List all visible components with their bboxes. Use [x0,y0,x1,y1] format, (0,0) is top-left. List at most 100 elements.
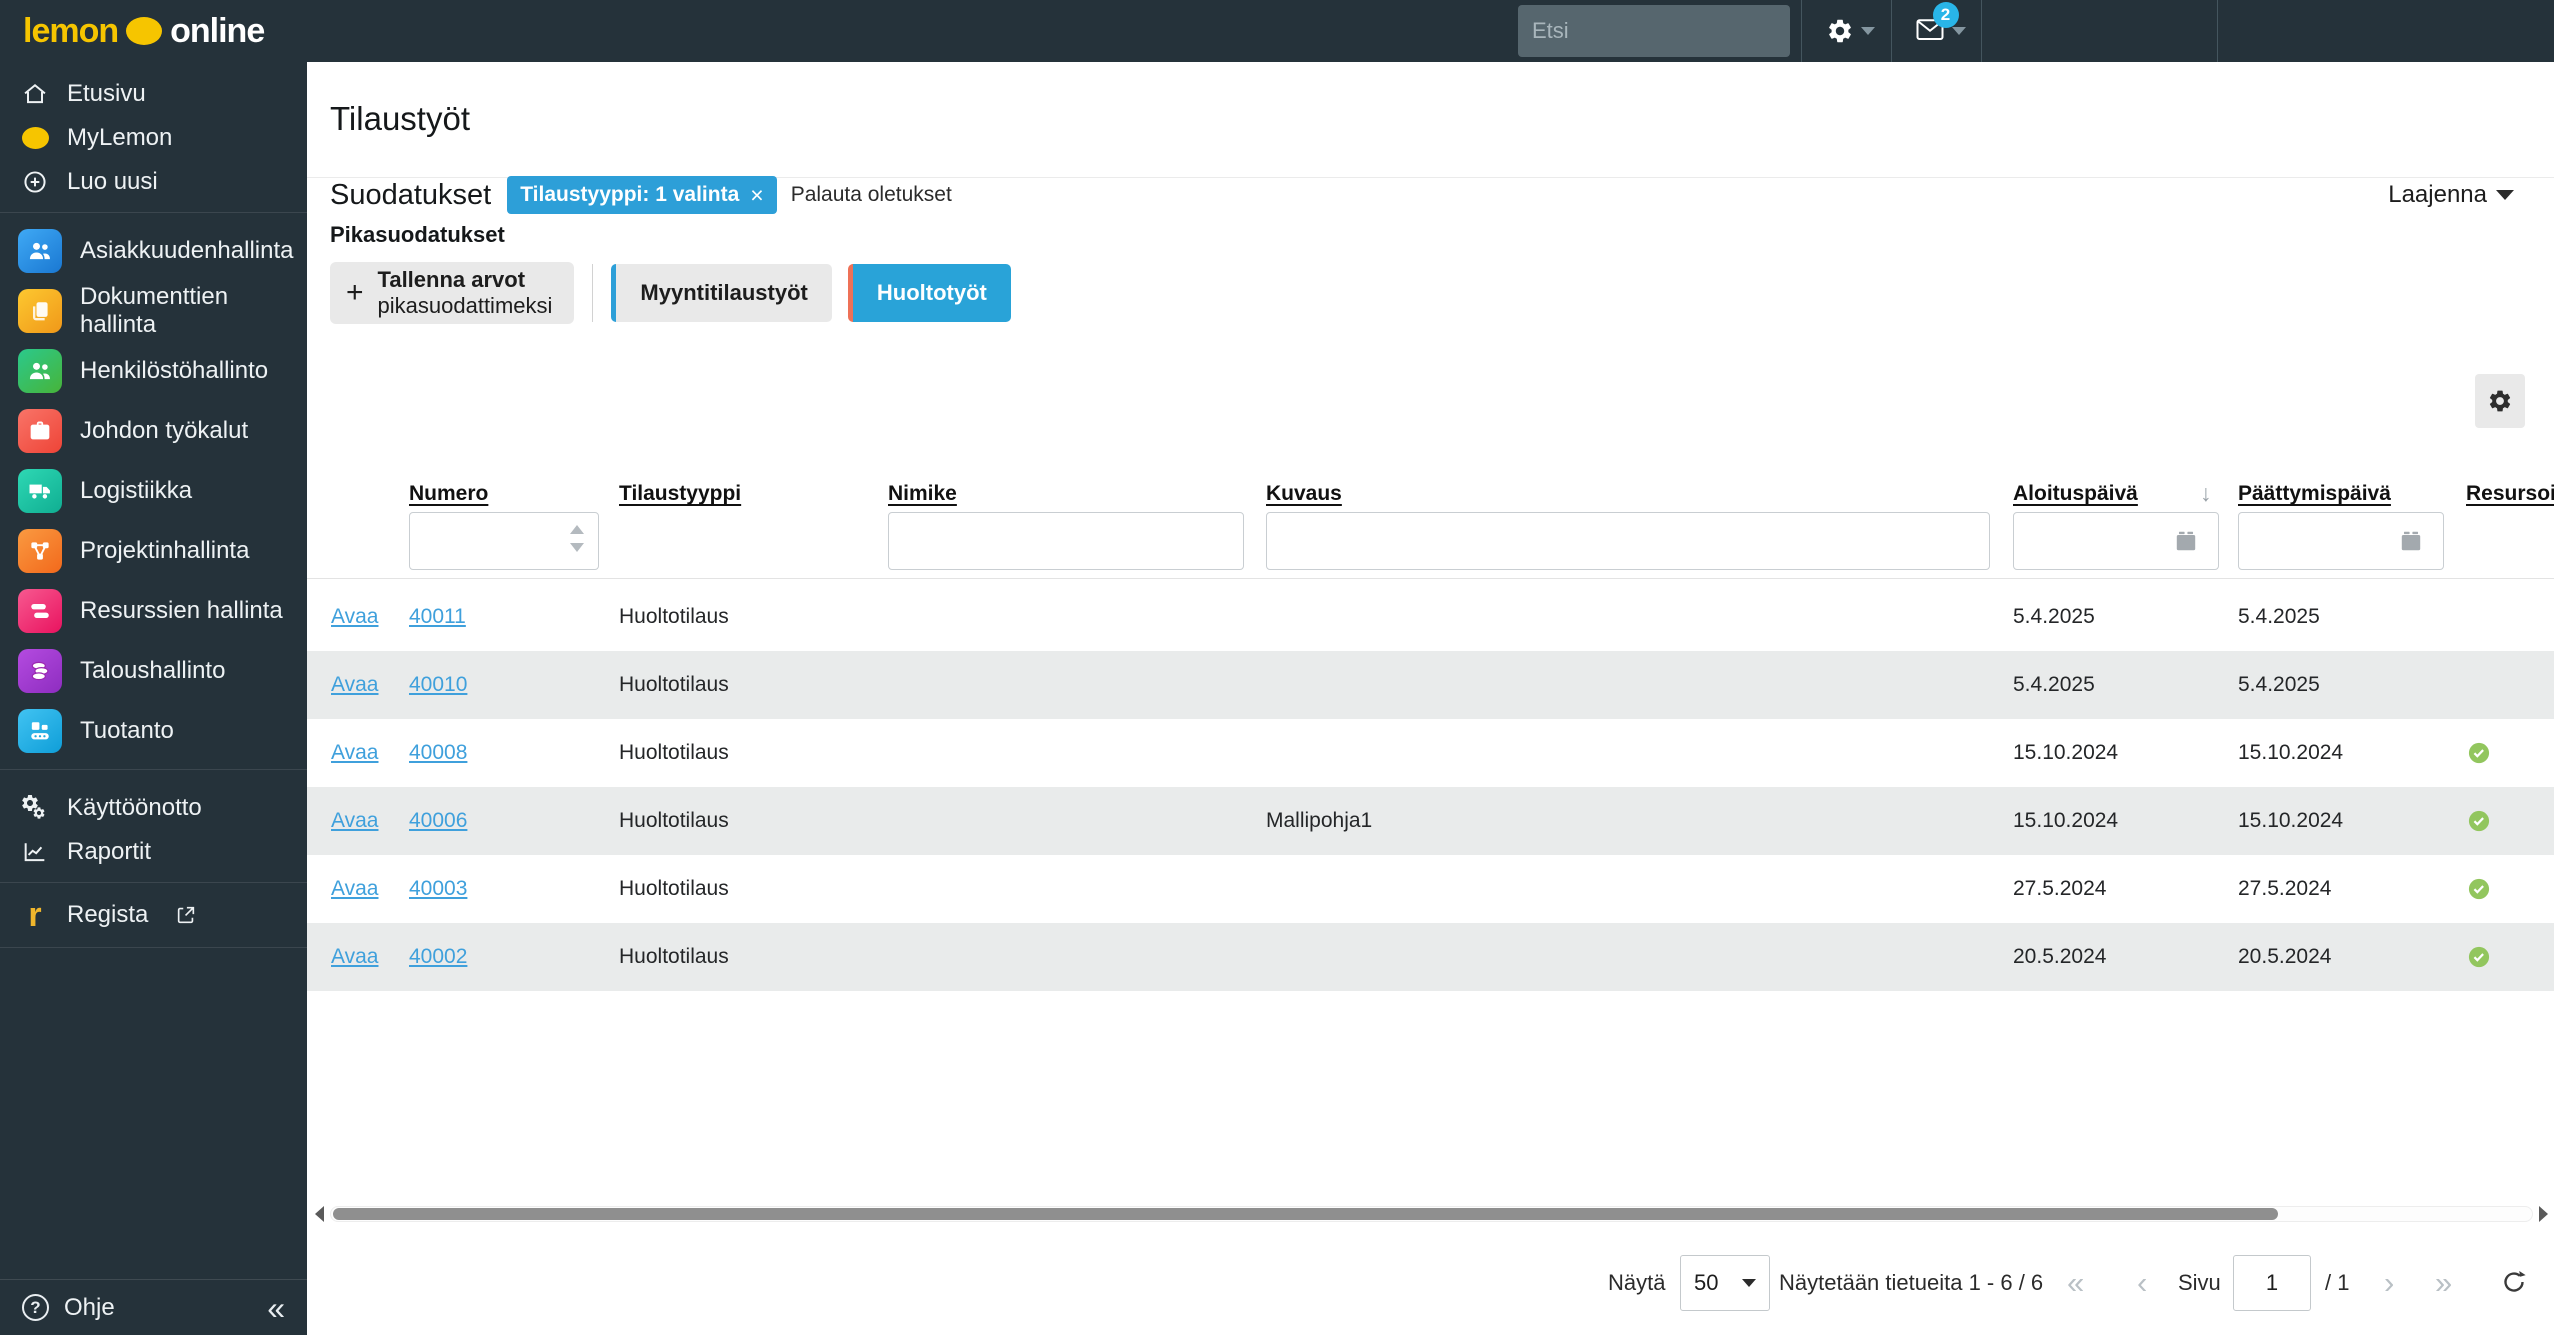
app-logo[interactable]: lemon online [23,0,264,62]
sidebar-item-label: Tuotanto [80,717,174,745]
sidebar-item-mylemon[interactable]: MyLemon [0,116,307,160]
quick-filters-bar: + Tallenna arvot pikasuodattimeksi Myynt… [330,261,1027,325]
cell-paattymispaiva: 15.10.2024 [2238,719,2343,787]
scroll-right-arrow-icon[interactable] [2539,1206,2548,1222]
truck-icon [18,469,62,513]
sidebar-item-regista[interactable]: r Regista [0,891,307,939]
calendar-icon[interactable] [2173,528,2199,554]
sidebar-item-tuotanto[interactable]: Tuotanto [0,701,307,761]
filter-input-kuvaus[interactable] [1266,512,1990,570]
filters-heading: Suodatukset [330,179,491,212]
open-row-link[interactable]: Avaa [331,945,379,969]
column-header-kuvaus[interactable]: Kuvaus [1266,482,1342,506]
cell-aloituspaiva: 5.4.2025 [2013,583,2095,651]
sidebar-item-resurssien-hallinta[interactable]: Resurssien hallinta [0,581,307,641]
page-size-select[interactable]: 50 [1680,1255,1770,1311]
sidebar-item-label: Regista [67,901,148,929]
cell-aloituspaiva: 27.5.2024 [2013,855,2106,923]
column-header-numero[interactable]: Numero [409,482,488,506]
total-pages-label: / 1 [2325,1252,2349,1314]
scrollbar-track[interactable] [330,1206,2533,1222]
scroll-left-arrow-icon[interactable] [315,1206,324,1222]
number-spinner[interactable] [570,525,584,552]
column-header-tilaustyyppi[interactable]: Tilaustyyppi [619,482,741,506]
topbar: lemon online 2 [0,0,2554,62]
open-row-link[interactable]: Avaa [331,605,379,629]
cell-tilaustyyppi: Huoltotilaus [619,787,729,855]
sort-desc-icon[interactable]: ↓ [2200,480,2212,507]
cell-paattymispaiva: 15.10.2024 [2238,787,2343,855]
messages-menu-button[interactable]: 2 [1905,0,1975,62]
next-page-button[interactable]: › [2384,1252,2394,1314]
last-page-button[interactable]: » [2435,1252,2452,1314]
help-label[interactable]: Ohje [64,1294,115,1322]
column-header-aloituspaiva[interactable]: Aloituspäivä [2013,482,2138,506]
order-number-link[interactable]: 40002 [409,945,467,969]
sidebar-item-asiakkuudenhallinta[interactable]: Asiakkuudenhallinta [0,221,307,281]
quick-filter-divider [592,264,593,322]
spinner-up-icon[interactable] [570,525,584,534]
production-icon [18,709,62,753]
column-header-resursoitu[interactable]: Resursoi [2466,482,2554,506]
calendar-icon[interactable] [2398,528,2424,554]
topbar-divider [1801,0,1802,62]
quick-filter-huoltotyot[interactable]: Huoltotyöt [848,264,1011,322]
quick-filter-myyntitilaustyot[interactable]: Myyntitilaustyöt [611,264,831,322]
gear-icon [2487,388,2513,414]
open-row-link[interactable]: Avaa [331,673,379,697]
sidebar-item-raportit[interactable]: Raportit [0,830,307,874]
previous-page-button[interactable]: ‹ [2137,1252,2147,1314]
sidebar-item-label: Johdon työkalut [80,417,248,445]
column-header-nimike[interactable]: Nimike [888,482,957,506]
page-number-input[interactable] [2233,1255,2311,1311]
open-row-link[interactable]: Avaa [331,877,379,901]
sidebar-item-label: Henkilöstöhallinto [80,357,268,385]
sidebar-item-kayttoonotto[interactable]: Käyttöönotto [0,786,307,830]
spinner-down-icon[interactable] [570,543,584,552]
column-header-paattymispaiva[interactable]: Päättymispäivä [2238,482,2391,506]
check-circle-icon [2466,855,2492,923]
order-number-link[interactable]: 40010 [409,673,467,697]
save-quick-filter-button[interactable]: + Tallenna arvot pikasuodattimeksi [330,262,574,324]
sidebar-item-etusivu[interactable]: Etusivu [0,72,307,116]
sidebar-item-label: Asiakkuudenhallinta [80,237,293,265]
column-settings-button[interactable] [2475,374,2525,428]
sidebar-item-johdon-tyokalut[interactable]: Johdon työkalut [0,401,307,461]
coins-icon [18,649,62,693]
collapse-sidebar-icon[interactable]: « [267,1292,285,1324]
scrollbar-thumb[interactable] [333,1208,2278,1220]
external-link-icon [175,904,197,926]
order-number-link[interactable]: 40011 [409,605,466,629]
global-search-input[interactable] [1518,5,1790,57]
sidebar-divider [0,212,307,213]
cell-tilaustyyppi: Huoltotilaus [619,719,729,787]
filter-chip-tilaustyyppi[interactable]: Tilaustyyppi: 1 valinta × [507,176,776,214]
table-row: Avaa 40008 Huoltotilaus 15.10.2024 15.10… [307,719,2554,787]
order-number-link[interactable]: 40003 [409,877,467,901]
chevron-down-icon [1742,1279,1756,1287]
save-quick-filter-line1: Tallenna arvot [378,267,553,293]
order-number-link[interactable]: 40008 [409,741,467,765]
sidebar-item-logistiikka[interactable]: Logistiikka [0,461,307,521]
mail-icon-wrap: 2 [1915,16,1945,47]
sidebar-item-label: Käyttöönotto [67,794,202,822]
records-summary: Näytetään tietueita 1 - 6 / 6 [1779,1252,2043,1314]
reset-filters-link[interactable]: Palauta oletukset [791,183,952,207]
close-icon[interactable]: × [750,185,763,206]
expand-filters-button[interactable]: Laajenna [2388,181,2514,209]
filter-input-nimike[interactable] [888,512,1244,570]
cell-kuvaus: Mallipohja1 [1266,787,1372,855]
open-row-link[interactable]: Avaa [331,809,379,833]
sidebar-item-taloushallinto[interactable]: Taloushallinto [0,641,307,701]
settings-menu-button[interactable] [1815,0,1885,62]
sidebar-item-henkilostohallinto[interactable]: Henkilöstöhallinto [0,341,307,401]
order-number-link[interactable]: 40006 [409,809,467,833]
sidebar-item-luo-uusi[interactable]: Luo uusi [0,160,307,204]
expand-label: Laajenna [2388,181,2487,209]
first-page-button[interactable]: « [2067,1252,2084,1314]
sidebar-item-dokumenttien-hallinta[interactable]: Dokumenttien hallinta [0,281,307,341]
topbar-divider [1981,0,1982,62]
sidebar-item-projektinhallinta[interactable]: Projektinhallinta [0,521,307,581]
refresh-button[interactable] [2499,1267,2529,1303]
open-row-link[interactable]: Avaa [331,741,379,765]
